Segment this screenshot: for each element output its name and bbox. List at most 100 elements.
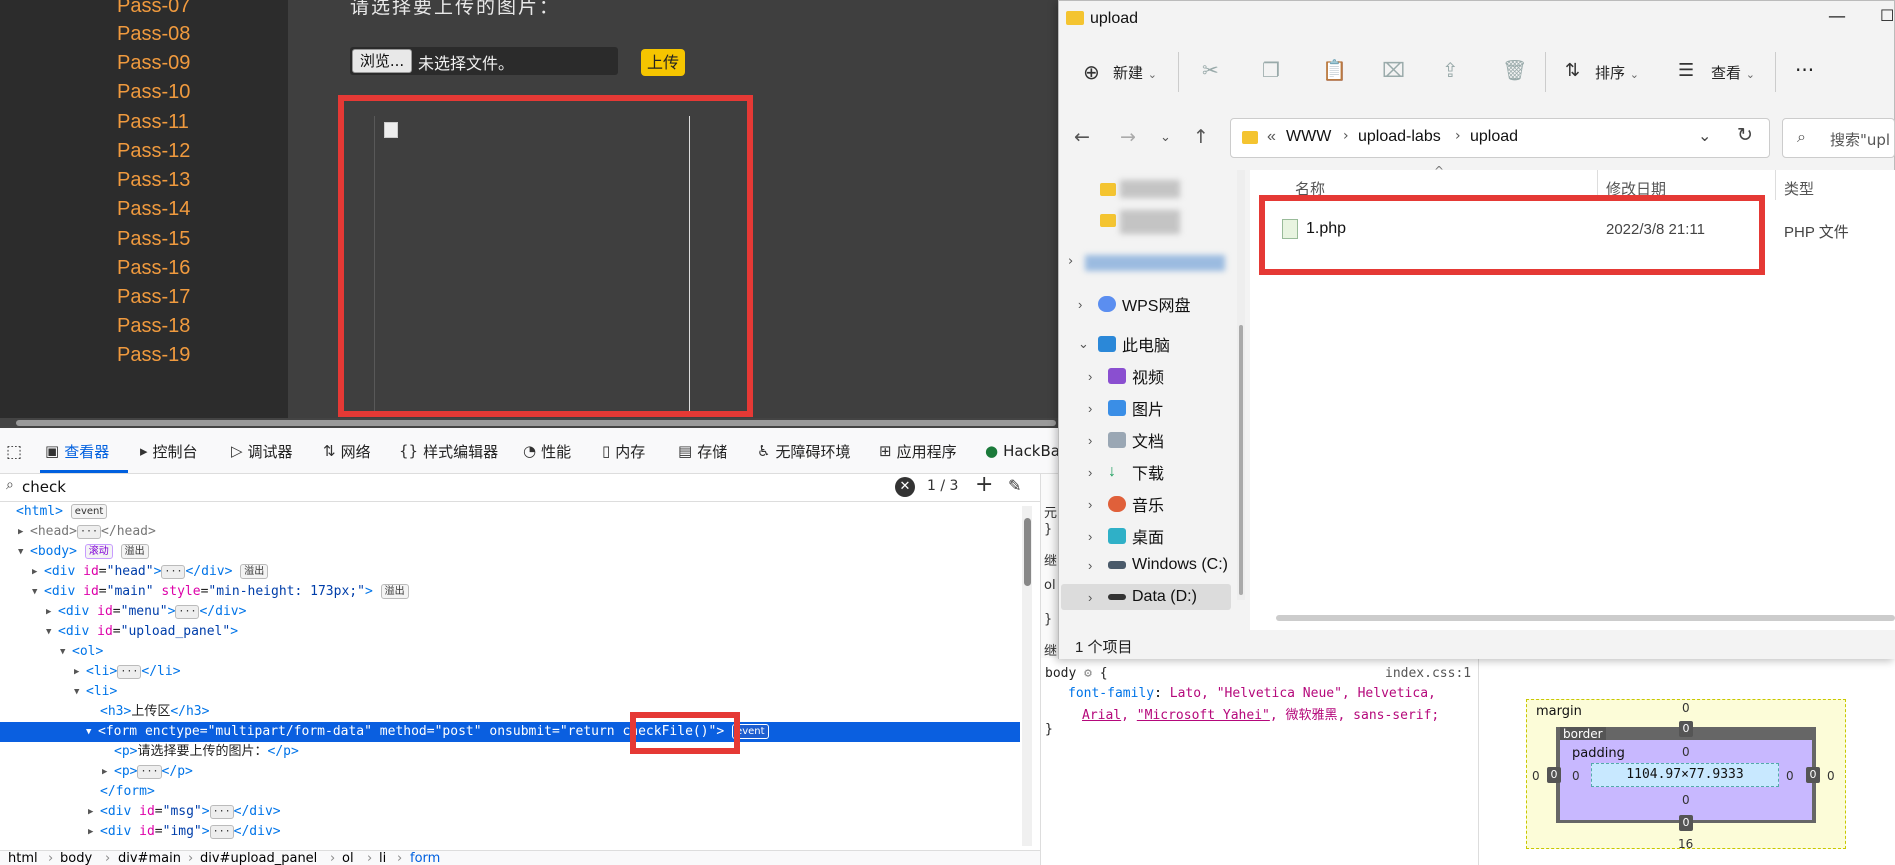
menu-item-pass-13[interactable]: Pass-13 [117, 169, 190, 192]
tree-scrollbar-thumb[interactable] [1024, 518, 1031, 586]
share-icon[interactable]: ⇪ [1442, 58, 1459, 82]
tab-network[interactable]: ⇅ 网络 [323, 439, 371, 463]
padding-left-value[interactable]: 0 [1572, 769, 1580, 783]
blurred-nav-item[interactable] [1120, 180, 1180, 198]
up-arrow-icon[interactable]: ↑ [1193, 126, 1209, 148]
tree-node-ol[interactable]: ▼ <ol> [0, 642, 1020, 662]
tab-application[interactable]: ⊞ 应用程序 [879, 439, 957, 463]
tree-node-div-img[interactable]: ▶ <div id="img"> ··· </div> [0, 822, 1020, 842]
menu-item-pass-17[interactable]: Pass-17 [117, 286, 190, 309]
tree-node-p-prompt[interactable]: <p>请选择要上传的图片：</p> [0, 742, 1020, 762]
tab-inspector[interactable]: ▣ 查看器 [45, 439, 109, 463]
page-horizontal-scrollbar-thumb[interactable] [16, 420, 1056, 426]
tab-performance[interactable]: ◔ 性能 [523, 439, 571, 463]
tree-node-form-close[interactable]: </form> [0, 782, 1020, 802]
delete-icon[interactable]: 🗑 [1502, 58, 1527, 82]
tab-hackbar[interactable]: ● HackBar [985, 439, 1066, 463]
breadcrumb-ol[interactable]: ol [342, 851, 354, 865]
border-left-value[interactable]: 0 [1547, 767, 1561, 783]
element-picker-icon[interactable]: ⬚ [6, 442, 26, 462]
menu-item-pass-14[interactable]: Pass-14 [117, 198, 190, 221]
nav-item-wps[interactable]: › WPS网盘 [1078, 292, 1190, 316]
menu-item-pass-11[interactable]: Pass-11 [117, 111, 189, 134]
address-dropdown-icon[interactable]: ⌄ [1698, 126, 1711, 145]
scroll-badge[interactable]: 滚动 [84, 544, 113, 559]
border-right-value[interactable]: 0 [1806, 767, 1820, 783]
tree-node-body[interactable]: ▼ <body> 滚动 溢出 [0, 542, 1020, 562]
margin-right-value[interactable]: 0 [1827, 769, 1835, 783]
eyedropper-icon[interactable]: ✎ [1008, 476, 1021, 495]
address-overflow[interactable]: « [1267, 128, 1276, 146]
menu-item-pass-16[interactable]: Pass-16 [117, 257, 190, 280]
breadcrumb-div-upload-panel[interactable]: div#upload_panel [200, 851, 317, 865]
tree-node-p-inputs[interactable]: ▶ <p> ··· </p> [0, 762, 1020, 782]
tree-node-head[interactable]: ▶ <head> ··· </head> [0, 522, 1020, 542]
cut-icon[interactable]: ✂ [1202, 58, 1219, 82]
minimize-icon[interactable]: — [1828, 6, 1846, 27]
breadcrumb-form[interactable]: form [410, 851, 440, 865]
nav-pane-scrollbar-thumb[interactable] [1239, 325, 1243, 595]
menu-item-pass-15[interactable]: Pass-15 [117, 228, 190, 251]
nav-item-downloads[interactable]: › ↓ 下载 [1088, 460, 1164, 484]
tab-accessibility[interactable]: ♿ 无障碍环境 [757, 439, 850, 463]
new-button[interactable]: 新建 ⌄ [1113, 62, 1157, 83]
browse-button[interactable]: 浏览... [352, 49, 412, 73]
menu-item-pass-10[interactable]: Pass-10 [117, 81, 190, 104]
margin-left-value[interactable]: 0 [1532, 769, 1540, 783]
menu-item-pass-09[interactable]: Pass-09 [117, 52, 190, 75]
recent-chevron-icon[interactable]: ⌄ [1160, 130, 1171, 145]
margin-bottom-value[interactable]: 16 [1678, 837, 1693, 851]
nav-item-music[interactable]: › 音乐 [1088, 492, 1164, 516]
overflow-badge[interactable]: 溢出 [240, 564, 269, 579]
nav-item-drive-c[interactable]: › Windows (C:) [1088, 556, 1228, 574]
padding-right-value[interactable]: 0 [1786, 769, 1794, 783]
overflow-badge[interactable]: 溢出 [120, 544, 149, 559]
border-top-value[interactable]: 0 [1679, 721, 1693, 737]
nav-item-desktop[interactable]: › 桌面 [1088, 524, 1164, 548]
address-segment-upload-labs[interactable]: upload-labs [1358, 128, 1441, 146]
tree-node-h3[interactable]: <h3>上传区</h3> [0, 702, 1020, 722]
view-button[interactable]: 查看 ⌄ [1711, 62, 1755, 83]
rule-declaration[interactable]: font-family: Lato, "Helvetica Neue", Hel… [1068, 686, 1436, 701]
sort-button[interactable]: 排序 ⌄ [1595, 62, 1639, 83]
more-options-button[interactable]: ··· [1795, 58, 1814, 82]
menu-item-pass-08[interactable]: Pass-08 [117, 23, 190, 46]
clear-search-icon[interactable]: ✕ [895, 477, 915, 497]
rule-selector[interactable]: body ⚙ { [1045, 666, 1108, 681]
rule-source-link[interactable]: index.css:1 [1385, 666, 1471, 681]
breadcrumb-body[interactable]: body [60, 851, 92, 865]
tree-node-li-1[interactable]: ▶ <li> ··· </li> [0, 662, 1020, 682]
event-badge[interactable]: event [70, 504, 108, 519]
tree-node-div-main[interactable]: ▼ <div id="main" style="min-height: 173px… [0, 582, 1020, 602]
menu-item-pass-18[interactable]: Pass-18 [117, 315, 190, 338]
tree-node-div-msg[interactable]: ▶ <div id="msg"> ··· </div> [0, 802, 1020, 822]
maximize-icon[interactable]: ☐ [1880, 6, 1894, 25]
column-header-type[interactable]: 类型 [1784, 178, 1814, 199]
menu-item-pass-12[interactable]: Pass-12 [117, 140, 190, 163]
tab-memory[interactable]: ▯ 内存 [602, 439, 645, 463]
nav-item-pictures[interactable]: › 图片 [1088, 396, 1164, 420]
copy-icon[interactable]: ❐ [1262, 58, 1280, 82]
html-search-input[interactable] [22, 476, 882, 498]
margin-top-value[interactable]: 0 [1682, 701, 1690, 715]
upload-button[interactable]: 上传 [641, 49, 685, 76]
overflow-badge[interactable]: 溢出 [380, 584, 409, 599]
blurred-cloud-nav-item[interactable] [1085, 255, 1225, 271]
paste-icon[interactable]: 📋 [1322, 58, 1347, 82]
forward-arrow-icon[interactable]: → [1120, 126, 1136, 148]
nav-item-this-pc[interactable]: ⌄ 此电脑 [1078, 332, 1170, 356]
address-segment-www[interactable]: WWW [1286, 128, 1331, 146]
file-list-scrollbar[interactable] [1276, 615, 1895, 621]
refresh-icon[interactable]: ↻ [1737, 124, 1753, 146]
tree-node-div-head[interactable]: ▶ <div id="head"> ··· </div> 溢出 [0, 562, 1020, 582]
tab-storage[interactable]: ▤ 存储 [678, 439, 727, 463]
back-arrow-icon[interactable]: ← [1074, 126, 1090, 148]
tree-node-form-selected[interactable]: ▼ <form enctype="multipart/form-data" met… [0, 722, 1020, 742]
breadcrumb-li[interactable]: li [379, 851, 386, 865]
border-bottom-value[interactable]: 0 [1679, 815, 1693, 831]
rename-icon[interactable]: ⌧ [1382, 58, 1405, 82]
gear-icon[interactable]: ⚙ [1084, 666, 1092, 681]
tree-node-div-upload-panel[interactable]: ▼ <div id="upload_panel"> [0, 622, 1020, 642]
tree-node-li-2[interactable]: ▼ <li> [0, 682, 1020, 702]
add-node-icon[interactable]: + [975, 472, 993, 497]
